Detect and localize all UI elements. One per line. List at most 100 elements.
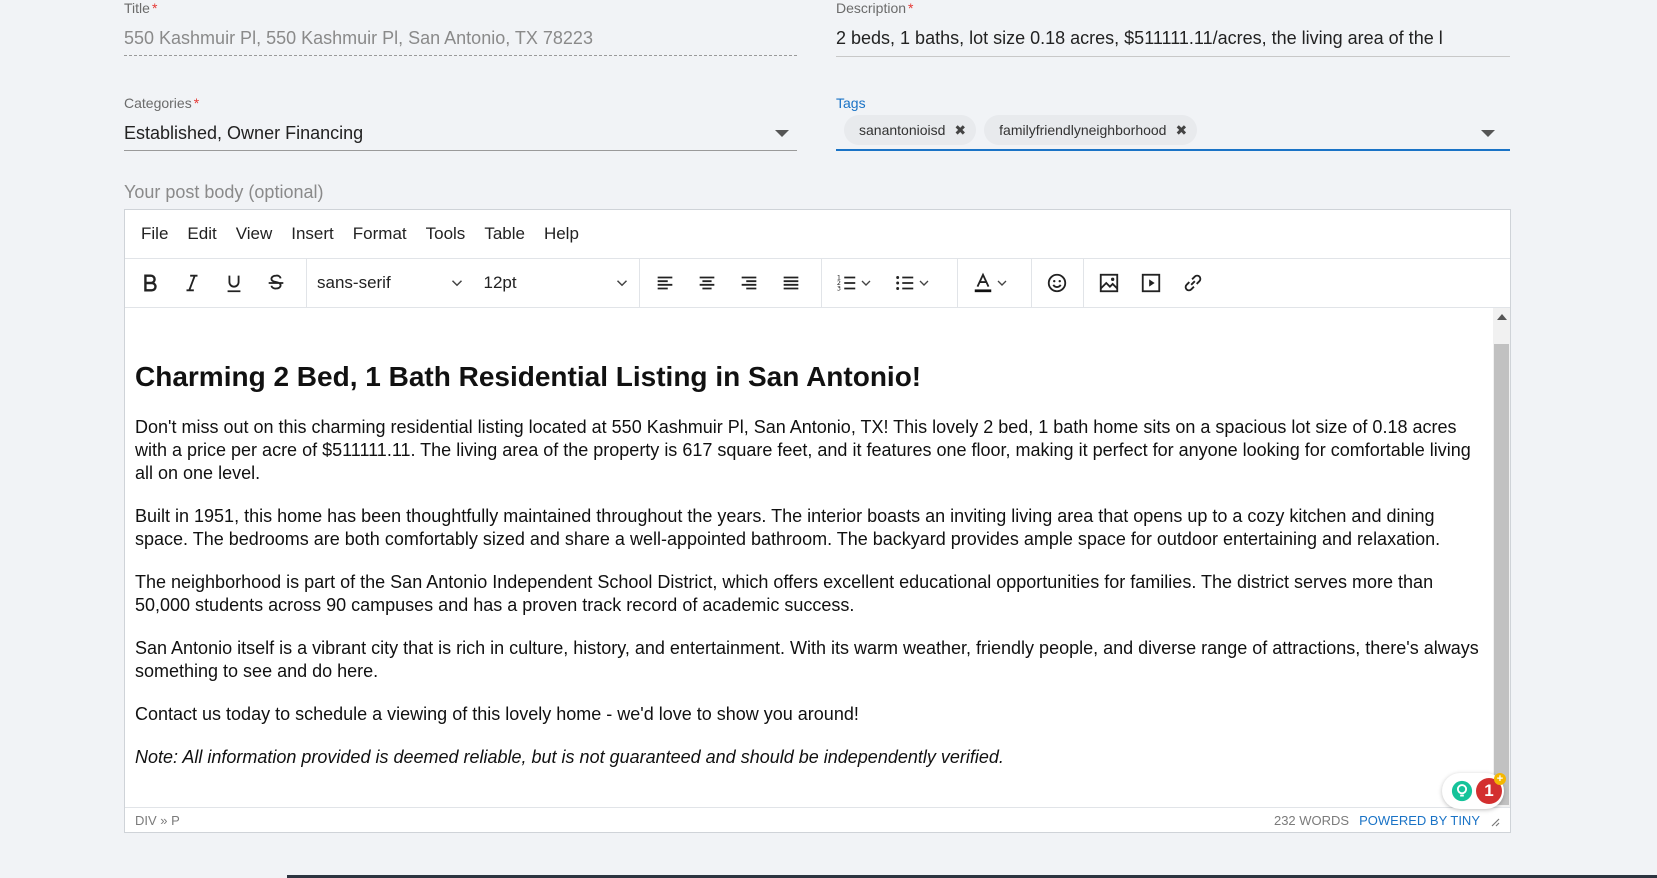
align-left-icon — [657, 276, 673, 290]
paragraph: San Antonio itself is a vibrant city tha… — [135, 638, 1479, 681]
emoji-button[interactable] — [1036, 265, 1078, 301]
align-justify-button[interactable] — [770, 265, 812, 301]
italic-button[interactable] — [171, 265, 213, 301]
align-center-icon — [699, 276, 715, 290]
media-button[interactable] — [1130, 265, 1172, 301]
description-underline — [836, 56, 1510, 57]
font-size-select[interactable]: 12pt — [474, 265, 640, 301]
post-heading: Charming 2 Bed, 1 Bath Residential Listi… — [135, 361, 922, 392]
bullet-list-button[interactable] — [884, 265, 942, 301]
title-underline — [124, 55, 797, 56]
bold-icon — [144, 274, 157, 292]
title-label: Title * — [124, 0, 158, 16]
categories-field[interactable]: Categories * Established, Owner Financing — [124, 95, 797, 153]
font-group: sans-serif 12pt — [307, 259, 640, 307]
description-field[interactable]: Description * 2 beds, 1 baths, lot size 0… — [836, 0, 1510, 58]
scroll-up-arrow[interactable] — [1497, 314, 1507, 320]
menu-insert[interactable]: Insert — [291, 224, 334, 244]
categories-select[interactable]: Established, Owner Financing — [124, 123, 363, 144]
font-family-select[interactable]: sans-serif — [307, 265, 474, 301]
chevron-down-icon — [451, 280, 462, 287]
editor-content[interactable]: Charming 2 Bed, 1 Bath Residential Listi… — [125, 308, 1493, 807]
word-count[interactable]: 232 WORDS — [1274, 813, 1349, 828]
menu-help[interactable]: Help — [544, 224, 579, 244]
paragraph: The neighborhood is part of the San Anto… — [135, 572, 1434, 615]
editor-scrollbar[interactable] — [1493, 308, 1510, 807]
align-group — [640, 259, 822, 307]
powered-by-link[interactable]: POWERED BY TINY — [1359, 813, 1480, 828]
numbered-list-button[interactable]: 123 — [826, 265, 884, 301]
font-family-value: sans-serif — [317, 273, 391, 292]
chevron-down-icon — [919, 280, 929, 286]
insert-group — [1084, 259, 1220, 307]
menu-tools[interactable]: Tools — [426, 224, 466, 244]
editor-toolbar: sans-serif 12pt 123 — [125, 258, 1510, 308]
categories-underline — [124, 150, 797, 151]
scroll-thumb[interactable] — [1494, 344, 1509, 805]
tag-chip-label: sanantonioisd — [859, 122, 946, 138]
tags-label: Tags — [836, 95, 866, 111]
bold-button[interactable] — [129, 265, 171, 301]
menu-view[interactable]: View — [236, 224, 273, 244]
chevron-down-icon — [616, 280, 628, 287]
chevron-down-icon[interactable] — [775, 130, 789, 137]
element-path[interactable]: DIV » P — [135, 813, 180, 828]
chevron-down-icon — [997, 280, 1007, 286]
italic-icon — [186, 274, 198, 292]
align-justify-icon — [783, 276, 799, 290]
tags-underline — [836, 149, 1510, 151]
note-paragraph: Note: All information provided is deemed… — [135, 747, 1004, 767]
description-label: Description * — [836, 0, 914, 16]
list-group: 123 — [822, 259, 958, 307]
strikethrough-icon — [268, 274, 284, 290]
post-body-label: Your post body (optional) — [124, 182, 324, 202]
strikethrough-button[interactable] — [255, 265, 297, 301]
tag-chip-label: familyfriendlyneighborhood — [999, 122, 1167, 138]
image-button[interactable] — [1088, 265, 1130, 301]
paragraph: Don't miss out on this charming resident… — [135, 417, 1471, 483]
text-color-button[interactable] — [962, 265, 1020, 301]
link-icon — [1184, 274, 1202, 292]
link-button[interactable] — [1172, 265, 1214, 301]
underline-button[interactable] — [213, 265, 255, 301]
close-icon[interactable]: ✖ — [954, 122, 966, 139]
chevron-down-icon — [861, 280, 871, 286]
tags-field[interactable]: Tags sanantonioisd ✖ familyfriendlyneigh… — [836, 95, 1510, 153]
close-icon[interactable]: ✖ — [1175, 122, 1187, 139]
paragraph: Contact us today to schedule a viewing o… — [135, 704, 859, 724]
menu-edit[interactable]: Edit — [187, 224, 216, 244]
menu-file[interactable]: File — [141, 224, 168, 244]
underline-icon — [227, 275, 241, 293]
emoji-group — [1032, 259, 1084, 307]
align-right-icon — [741, 276, 757, 290]
title-input[interactable]: 550 Kashmuir Pl, 550 Kashmuir Pl, San An… — [124, 28, 797, 49]
title-field[interactable]: Title * 550 Kashmuir Pl, 550 Kashmuir Pl,… — [124, 0, 797, 58]
editor-statusbar: DIV » P 232 WORDS POWERED BY TINY — [125, 807, 1510, 832]
resize-handle[interactable] — [1490, 815, 1500, 827]
grammarly-widget[interactable]: 1 + — [1442, 773, 1506, 809]
tag-chip: familyfriendlyneighborhood ✖ — [984, 115, 1198, 145]
align-right-button[interactable] — [728, 265, 770, 301]
align-center-button[interactable] — [686, 265, 728, 301]
chevron-down-icon[interactable] — [1481, 130, 1495, 137]
numbered-list-icon: 123 — [837, 273, 856, 292]
description-input[interactable]: 2 beds, 1 baths, lot size 0.18 acres, $5… — [836, 28, 1510, 49]
grammarly-icon — [1451, 780, 1473, 802]
menu-table[interactable]: Table — [484, 224, 525, 244]
align-left-button[interactable] — [644, 265, 686, 301]
text-color-icon — [974, 272, 992, 293]
media-icon — [1141, 273, 1161, 293]
image-icon — [1099, 273, 1119, 293]
bullet-list-icon — [896, 276, 914, 290]
paragraph: Built in 1951, this home has been though… — [135, 506, 1441, 549]
font-size-value: 12pt — [483, 273, 517, 292]
editor-menubar: File Edit View Insert Format Tools Table… — [125, 210, 1510, 258]
plus-icon: + — [1494, 773, 1506, 785]
menu-format[interactable]: Format — [353, 224, 407, 244]
categories-label: Categories * — [124, 95, 200, 111]
color-group — [958, 259, 1032, 307]
emoji-icon — [1047, 273, 1067, 293]
rich-text-editor: File Edit View Insert Format Tools Table… — [124, 209, 1511, 833]
format-group — [125, 259, 307, 307]
tag-chip: sanantonioisd ✖ — [844, 115, 977, 145]
